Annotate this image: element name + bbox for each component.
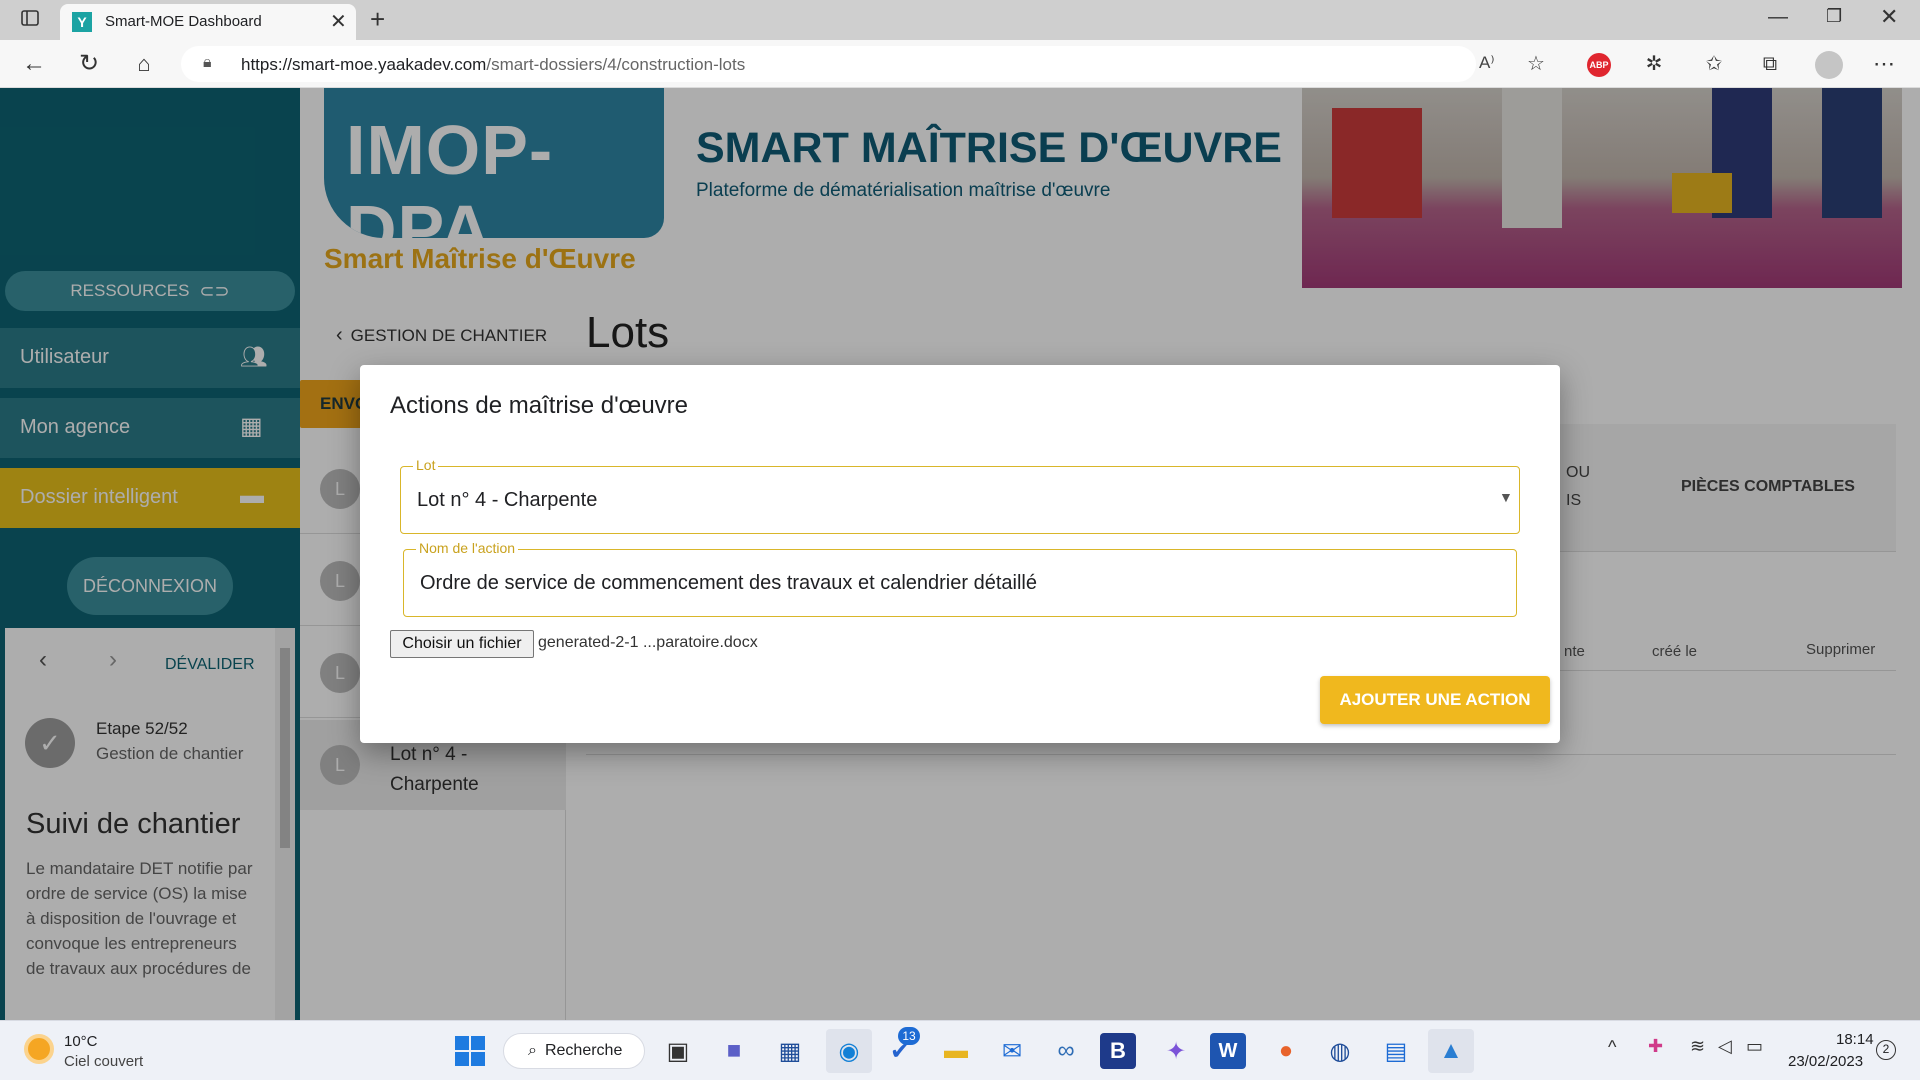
start-icon[interactable] xyxy=(450,1031,490,1071)
restore-icon[interactable]: ❐ xyxy=(1826,6,1842,27)
taskbar: 10°C Ciel couvert ⌕ Recherche ▣ ■ ▦ ◉ ✔ 1… xyxy=(0,1020,1920,1080)
lot-select-label: Lot xyxy=(413,457,439,473)
selected-file-name: generated-2-1 ...paratoire.docx xyxy=(538,634,758,651)
browser-tab[interactable]: Y Smart-MOE Dashboard ✕ xyxy=(60,4,356,40)
show-hidden-icons[interactable]: ^ xyxy=(1608,1037,1616,1058)
file-explorer-icon[interactable]: ▬ xyxy=(936,1031,976,1071)
url-host: https://smart-moe.yaakadev.com xyxy=(241,55,487,74)
action-name-value: Ordre de service de commencement des tra… xyxy=(420,572,1037,594)
tab-actions-icon[interactable] xyxy=(12,2,48,38)
wifi-icon[interactable]: ≋ xyxy=(1690,1036,1705,1057)
volume-icon[interactable]: ◁ xyxy=(1718,1036,1732,1057)
app-tray-icon[interactable]: ✚ xyxy=(1648,1036,1663,1057)
choose-file-button[interactable]: Choisir un fichier xyxy=(390,630,534,658)
url-path: /smart-dossiers/4/construction-lots xyxy=(486,55,746,74)
mail-icon[interactable]: ✉ xyxy=(992,1031,1032,1071)
calendar-icon[interactable]: ▤ xyxy=(1376,1031,1416,1071)
dialog-title: Actions de maîtrise d'œuvre xyxy=(390,392,689,419)
search-label: Recherche xyxy=(544,1042,623,1059)
lock-icon: 🔒︎ xyxy=(203,54,212,71)
minimize-icon[interactable]: — xyxy=(1768,6,1788,29)
b-app-icon[interactable]: B xyxy=(1100,1033,1136,1069)
teams-icon[interactable]: ■ xyxy=(714,1031,754,1071)
browser-tab-bar: Y Smart-MOE Dashboard ✕ + — ❐ ✕ xyxy=(0,0,1920,40)
favorite-icon[interactable]: ☆ xyxy=(1518,46,1554,82)
favorites-icon[interactable]: ✩ xyxy=(1696,46,1732,82)
tab-close-icon[interactable]: ✕ xyxy=(330,9,347,34)
close-window-icon[interactable]: ✕ xyxy=(1880,4,1898,30)
notification-badge[interactable]: 2 xyxy=(1876,1040,1896,1060)
firefox-icon[interactable]: ● xyxy=(1266,1031,1306,1071)
weather-desc: Ciel couvert xyxy=(64,1053,144,1070)
url-field[interactable]: 🔒︎ https://smart-moe.yaakadev.com/smart-… xyxy=(181,46,1495,82)
clock-date[interactable]: 23/02/2023 xyxy=(1788,1053,1863,1070)
chat-icon[interactable]: ◍ xyxy=(1320,1031,1360,1071)
lot-select-value: Lot n° 4 - Charpente xyxy=(417,489,598,511)
task-view-icon[interactable]: ▣ xyxy=(658,1031,698,1071)
store-icon[interactable]: ▦ xyxy=(770,1031,810,1071)
home-icon[interactable]: ⌂ xyxy=(126,46,162,82)
extensions-icon[interactable]: ✲ xyxy=(1636,46,1672,82)
edge-icon[interactable]: ◉ xyxy=(826,1029,872,1073)
adblock-icon[interactable]: ABP xyxy=(1587,53,1611,77)
back-icon[interactable]: ← xyxy=(16,46,52,82)
tab-title: Smart-MOE Dashboard xyxy=(105,13,262,30)
weather-temp: 10°C xyxy=(64,1033,98,1050)
collections-icon[interactable]: ⧉ xyxy=(1752,46,1788,82)
new-tab-icon[interactable]: + xyxy=(370,4,385,35)
clock-time[interactable]: 18:14 xyxy=(1836,1031,1874,1048)
word-icon[interactable]: W xyxy=(1210,1033,1246,1069)
chevron-down-icon: ▼ xyxy=(1499,489,1513,505)
profile-icon[interactable] xyxy=(1815,51,1843,79)
favicon-icon: Y xyxy=(72,12,92,32)
action-name-field[interactable]: Nom de l'action Ordre de service de comm… xyxy=(403,540,1517,617)
weather-icon[interactable] xyxy=(24,1034,54,1064)
battery-icon[interactable]: ▭ xyxy=(1746,1036,1763,1057)
action-name-label: Nom de l'action xyxy=(416,540,519,556)
copilot-icon[interactable]: ✦ xyxy=(1156,1031,1196,1071)
page: RESSOURCES ⊂⊃ Utilisateur 👥︎ Mon agence … xyxy=(0,88,1920,1020)
taskbar-search[interactable]: ⌕ Recherche xyxy=(503,1033,645,1069)
link-app-icon[interactable]: ∞ xyxy=(1046,1031,1086,1071)
read-aloud-icon[interactable]: A⁾ xyxy=(1479,53,1495,73)
add-action-dialog: Actions de maîtrise d'œuvre Lot Lot n° 4… xyxy=(360,365,1560,743)
lot-select[interactable]: Lot Lot n° 4 - Charpente ▼ xyxy=(400,457,1520,534)
refresh-icon[interactable]: ↻ xyxy=(71,46,107,82)
menu-icon[interactable]: ⋯ xyxy=(1866,46,1902,82)
photos-icon[interactable]: ▲ xyxy=(1428,1029,1474,1073)
add-action-button[interactable]: AJOUTER UNE ACTION xyxy=(1320,676,1550,724)
todo-badge: 13 xyxy=(898,1027,920,1045)
search-icon: ⌕ xyxy=(528,1042,537,1059)
